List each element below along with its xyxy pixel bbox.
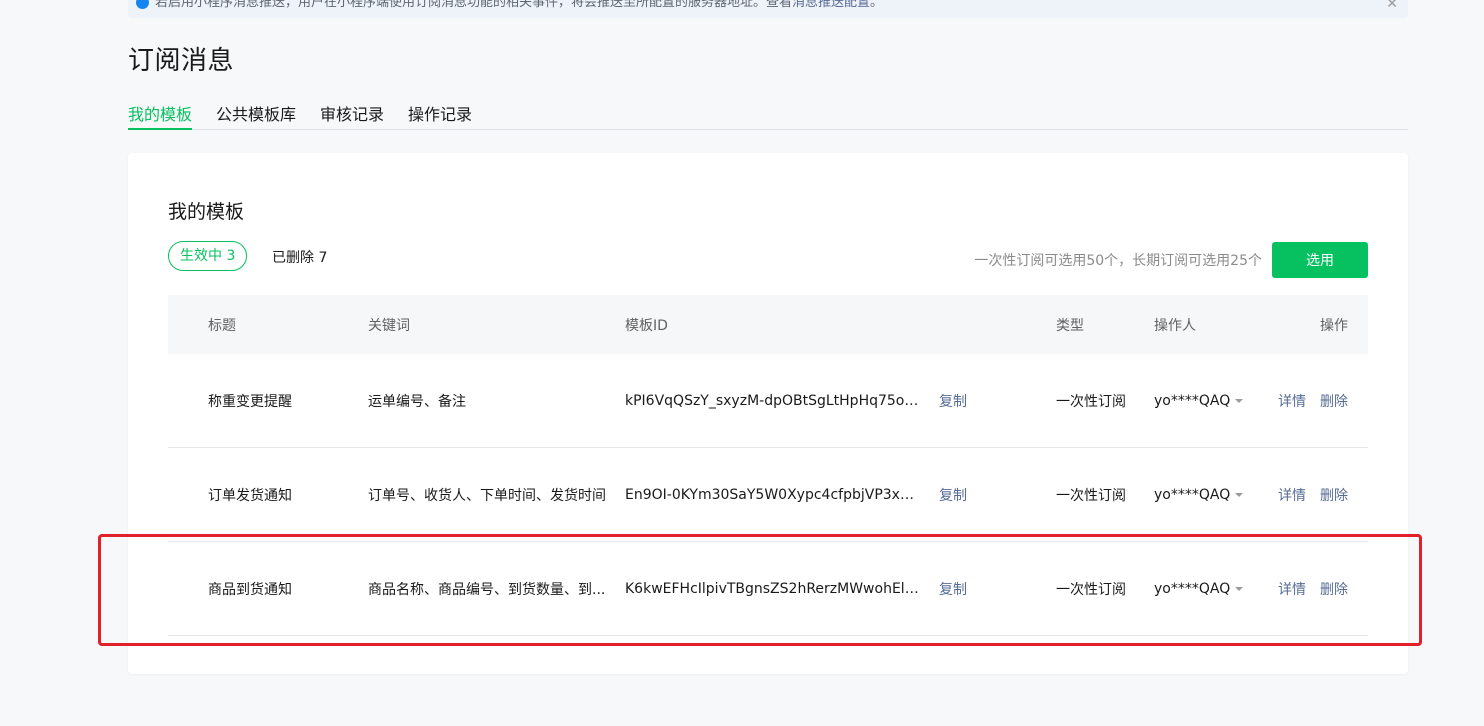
caret-down-icon	[1235, 493, 1244, 497]
tab-review-records[interactable]: 审核记录	[320, 98, 384, 128]
filter-active[interactable]: 生效中 3	[168, 241, 248, 271]
header-type: 类型	[1056, 317, 1084, 334]
templates-table: 标题 关键词 模板ID 类型 操作人 操作 称重变更提醒 运单编号、备注 kPI…	[168, 295, 1368, 636]
operator-name: yo****QAQ	[1154, 392, 1231, 409]
row-type: 一次性订阅	[1056, 581, 1126, 598]
caret-down-icon	[1235, 587, 1244, 591]
notice-text: 若启用小程序消息推送，用户在小程序端使用订阅消息功能的相关事件，将会推送至所配置…	[136, 0, 883, 10]
operator-dropdown[interactable]: yo****QAQ	[1154, 354, 1264, 447]
header-template-id: 模板ID	[625, 317, 668, 334]
tab-public-library[interactable]: 公共模板库	[216, 98, 296, 128]
table-row: 商品到货通知 商品名称、商品编号、到货数量、到... K6kwEFHcIlpiv…	[168, 542, 1368, 636]
notice-bar: 若启用小程序消息推送，用户在小程序端使用订阅消息功能的相关事件，将会推送至所配置…	[128, 0, 1408, 18]
row-keywords: 运单编号、备注	[368, 354, 608, 447]
operator-dropdown[interactable]: yo****QAQ	[1154, 448, 1264, 541]
template-id-text: K6kwEFHcIlpivTBgnsZS2hRerzMWwohEllvm...	[625, 580, 921, 597]
row-title: 商品到货通知	[208, 581, 292, 598]
operator-dropdown[interactable]: yo****QAQ	[1154, 542, 1264, 635]
header-keywords: 关键词	[368, 317, 410, 334]
row-keywords: 订单号、收货人、下单时间、发货时间	[368, 448, 608, 541]
row-type: 一次性订阅	[1056, 487, 1126, 504]
row-template-id: En9OI-0KYm30SaY5W0Xypc4cfpbjVP3xsiy...	[625, 448, 921, 541]
copy-button[interactable]: 复制	[939, 354, 979, 447]
table-row: 订单发货通知 订单号、收货人、下单时间、发货时间 En9OI-0KYm30SaY…	[168, 448, 1368, 542]
select-template-button[interactable]: 选用	[1272, 242, 1368, 278]
detail-button[interactable]: 详情	[1278, 579, 1306, 599]
tab-operation-records[interactable]: 操作记录	[408, 98, 472, 128]
delete-button[interactable]: 删除	[1320, 391, 1348, 411]
header-actions: 操作	[1320, 317, 1348, 334]
row-template-id: kPI6VqQSzY_sxyzM-dpOBtSgLtHpHq75oZf...	[625, 354, 921, 447]
tab-my-templates[interactable]: 我的模板	[128, 98, 193, 130]
tab-bar: 我的模板 公共模板库 审核记录 操作记录	[128, 98, 1408, 130]
table-row: 称重变更提醒 运单编号、备注 kPI6VqQSzY_sxyzM-dpOBtSgL…	[168, 354, 1368, 448]
header-title: 标题	[208, 317, 236, 334]
notice-link[interactable]: 消息推送配置	[792, 0, 870, 10]
keywords-text: 商品名称、商品编号、到货数量、到...	[368, 581, 606, 598]
notice-suffix: 。	[870, 0, 884, 10]
copy-button[interactable]: 复制	[939, 448, 979, 541]
header-operator: 操作人	[1154, 317, 1196, 334]
row-keywords: 商品名称、商品编号、到货数量、到...	[368, 542, 608, 635]
card-title: 我的模板	[168, 201, 245, 223]
detail-button[interactable]: 详情	[1278, 485, 1306, 505]
operator-name: yo****QAQ	[1154, 486, 1231, 503]
quota-text: 一次性订阅可选用50个，长期订阅可选用25个	[974, 253, 1262, 269]
row-type: 一次性订阅	[1056, 393, 1126, 410]
notice-message: 若启用小程序消息推送，用户在小程序端使用订阅消息功能的相关事件，将会推送至所配置…	[155, 0, 793, 10]
filter-deleted[interactable]: 已删除 7	[272, 247, 327, 267]
operator-name: yo****QAQ	[1154, 580, 1231, 597]
keywords-text: 订单号、收货人、下单时间、发货时间	[368, 487, 606, 504]
row-actions: 详情 删除	[1258, 542, 1348, 635]
detail-button[interactable]: 详情	[1278, 391, 1306, 411]
template-id-text: kPI6VqQSzY_sxyzM-dpOBtSgLtHpHq75oZf...	[625, 392, 921, 409]
row-title: 称重变更提醒	[208, 393, 292, 410]
caret-down-icon	[1235, 399, 1244, 403]
row-template-id: K6kwEFHcIlpivTBgnsZS2hRerzMWwohEllvm...	[625, 542, 921, 635]
row-actions: 详情 删除	[1258, 354, 1348, 447]
template-id-text: En9OI-0KYm30SaY5W0Xypc4cfpbjVP3xsiy...	[625, 486, 921, 503]
delete-button[interactable]: 删除	[1320, 579, 1348, 599]
close-icon[interactable]: ✕	[1386, 0, 1398, 12]
info-icon	[136, 0, 149, 9]
delete-button[interactable]: 删除	[1320, 485, 1348, 505]
table-header: 标题 关键词 模板ID 类型 操作人 操作	[168, 295, 1368, 354]
copy-button[interactable]: 复制	[939, 542, 979, 635]
row-actions: 详情 删除	[1258, 448, 1348, 541]
keywords-text: 运单编号、备注	[368, 393, 466, 410]
row-title: 订单发货通知	[208, 487, 292, 504]
page-title: 订阅消息	[128, 46, 235, 76]
templates-card: 我的模板 生效中 3 已删除 7 一次性订阅可选用50个，长期订阅可选用25个 …	[128, 153, 1408, 674]
